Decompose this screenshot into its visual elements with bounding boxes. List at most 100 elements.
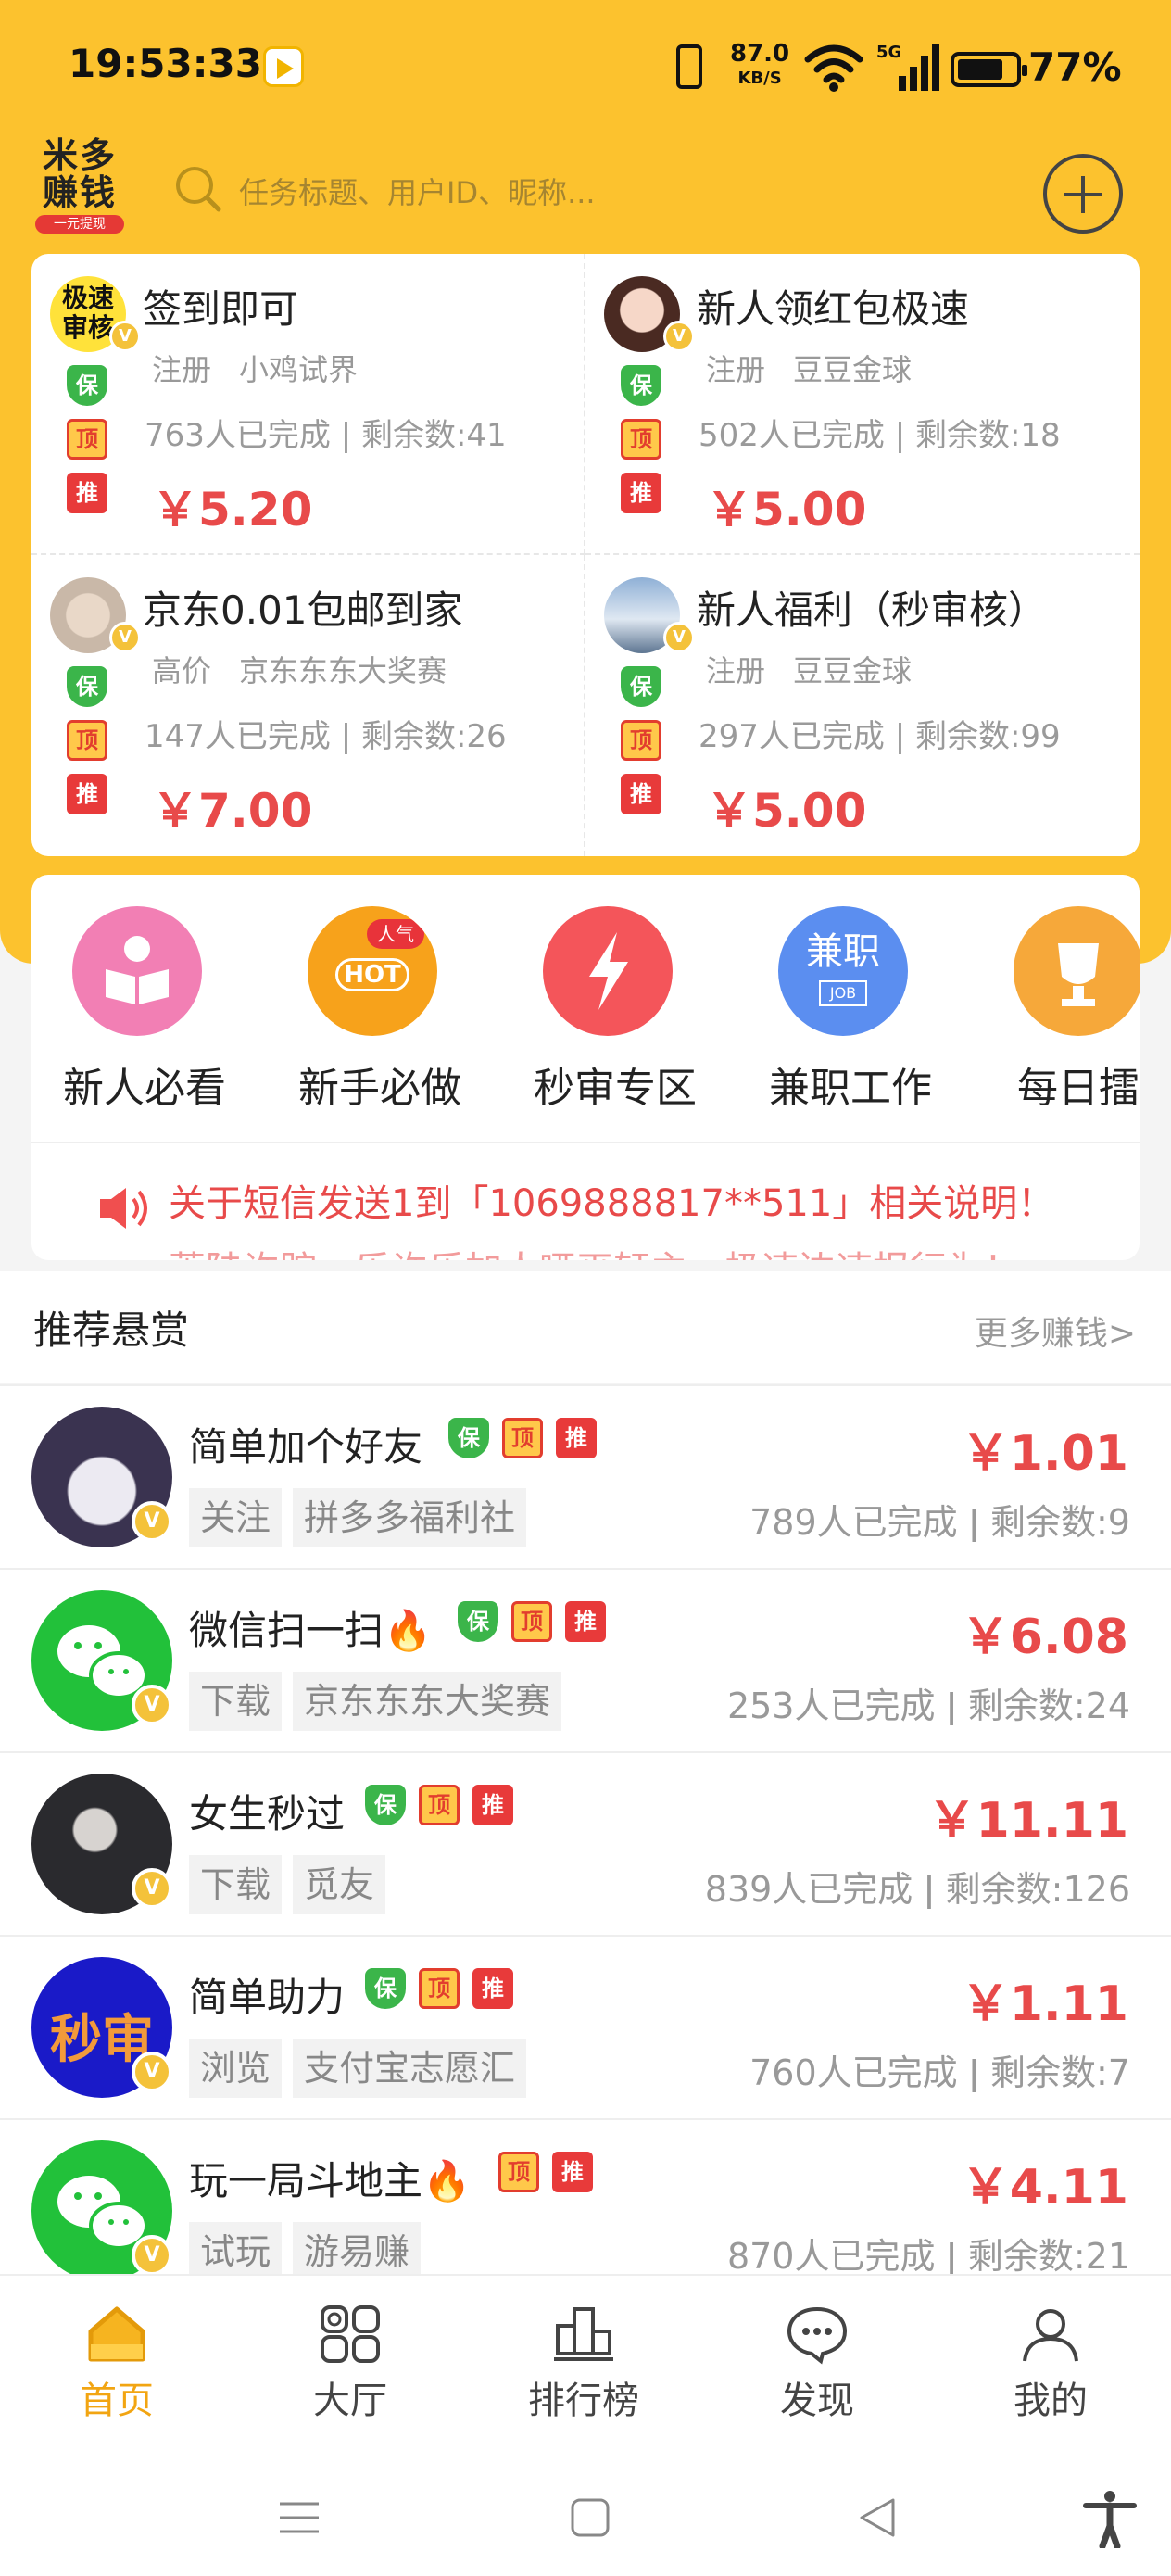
task-price: ￥1.01 [961,1426,1128,1482]
task-badges: 保顶推 [365,1785,526,1827]
task-row[interactable]: 秒审 V 简单助力 保顶推 ￥1.11 浏览 支付宝志愿汇 760人已完成 ǀ 剩… [0,1935,1171,2118]
task-tag: 游易赚 [293,2222,422,2274]
tab-home[interactable]: 首页 [33,2304,200,2424]
tab-label: 首页 [80,2380,154,2422]
featured-task-card[interactable]: V 新人福利（秒审核） 保 顶 推 注册 豆豆金球 297人已完成 | 剩余数:9… [586,555,1140,856]
top-badge: 顶 [498,2152,539,2192]
task-price: ￥1.11 [961,1976,1128,2032]
job-text: 兼职 [806,930,880,973]
tab-hall[interactable]: 大厅 [267,2304,434,2424]
recommend-badge: 推 [472,1968,513,2009]
speaker-icon [100,1188,147,1229]
task-price: ￥4.11 [961,2160,1128,2216]
task-tags: 注册 小鸡试界 [152,347,385,389]
logo-subtitle: 一元提现 [35,215,124,234]
task-title: 新人福利（秒审核） [697,587,1048,633]
task-title: 简单助力 [189,1975,346,2020]
hot-icon: HOT 人气 [308,906,437,1036]
task-badges: 保 顶 推 [67,365,109,526]
task-tag: 下载 [189,1672,283,1731]
guarantee-badge: 保 [621,365,661,406]
top-badge: 顶 [621,419,661,460]
task-stats: 870人已完成 ǀ 剩余数:21 [726,2236,1130,2274]
task-stats: 839人已完成 ǀ 剩余数:126 [704,1869,1130,1910]
task-badges: 保顶推 [365,1968,526,2011]
speed-value: 87.0 [730,40,790,68]
grid-icon [321,2305,380,2363]
top-badge: 顶 [419,1785,460,1825]
task-row[interactable]: V 女生秒过 保顶推 ￥11.11 下载 觅友 839人已完成 ǀ 剩余数:126 [0,1751,1171,1935]
job-sub: JOB [819,980,867,1006]
top-badge: 顶 [67,720,107,761]
tab-discover[interactable]: 发现 [734,2304,900,2424]
quick-entry-newbie-guide[interactable]: 新人必看 [63,906,226,1114]
search-bar[interactable] [167,156,815,230]
quick-entry-label: 新人必看 [63,1065,226,1112]
featured-task-card[interactable]: V 京东0.01包邮到家 保 顶 推 高价 京东东东大奖赛 147人已完成 | 剩… [31,555,586,856]
notice-marquee[interactable]: 关于短信发送1到「1069888817**511」相关说明！ 萧陆许踪，乐许乐加… [65,1158,1140,1260]
quick-entry-newbie-must[interactable]: HOT 人气 新手必做 [298,906,461,1114]
task-stats: 760人已完成 ǀ 剩余数:7 [749,2052,1130,2093]
task-tags: 浏览 支付宝志愿汇 [189,2039,537,2098]
task-row[interactable]: V 简单加个好友 保顶推 ￥1.01 关注 拼多多福利社 789人已完成 ǀ 剩余… [0,1384,1171,1568]
task-title: 玩一局斗地主🔥 [189,2158,472,2203]
featured-task-card[interactable]: V 新人领红包极速 保 顶 推 注册 豆豆金球 502人已完成 | 剩余数:18 … [586,254,1140,555]
task-tag: 注册 [152,352,212,387]
tab-leaderboard[interactable]: 排行榜 [500,2304,667,2424]
back-icon[interactable] [856,2496,899,2539]
guarantee-badge: 保 [458,1601,498,1642]
search-input[interactable] [239,165,795,221]
bottom-tab-bar: 首页 大厅 排行榜 发现 我的 [0,2274,1171,2459]
quick-entry-label: 兼职工作 [769,1065,932,1112]
task-badges: 保 顶 推 [621,666,663,827]
task-title: 简单加个好友 [189,1424,423,1470]
logo-line1: 米多 [42,135,117,176]
task-stats: 147人已完成 | 剩余数:26 [145,718,507,755]
logo-line2: 赚钱 [42,172,117,213]
task-tag: 京东东东大奖赛 [239,653,447,688]
recommended-section-header: 推荐悬赏 更多赚钱> [0,1271,1171,1383]
task-stats: 763人已完成 | 剩余数:41 [145,417,507,454]
accessibility-icon[interactable] [1082,2489,1138,2548]
guarantee-badge: 保 [365,1785,406,1825]
task-tags: 试玩 游易赚 [189,2222,432,2274]
popular-tag: 人气 [367,919,424,949]
featured-task-card[interactable]: 极速审核 V 签到即可 保 顶 推 注册 小鸡试界 763人已完成 | 剩余数:4… [31,254,586,555]
task-tags: 高价 京东东东大奖赛 [152,648,474,690]
app-logo[interactable]: 米多 赚钱 一元提现 [31,137,128,239]
quick-entry-fast-review[interactable]: 秒审专区 [534,906,697,1114]
task-row[interactable]: V 玩一局斗地主🔥 顶推 ￥4.11 试玩 游易赚 870人已完成 ǀ 剩余数:2… [0,2118,1171,2274]
task-stats: 297人已完成 | 剩余数:99 [699,718,1061,755]
network-speed: 87.0 KB/S [730,40,790,90]
menu-icon[interactable] [278,2496,321,2539]
verified-icon: V [109,622,141,653]
task-stats: 789人已完成 ǀ 剩余数:9 [749,1502,1130,1543]
task-price: ￥5.00 [706,784,867,838]
task-tag: 支付宝志愿汇 [293,2039,527,2098]
vibrate-icon [676,44,702,89]
guarantee-badge: 保 [67,365,107,406]
task-title: 微信扫一扫🔥 [189,1608,433,1653]
task-tag: 拼多多福利社 [293,1488,527,1547]
featured-tasks: 极速审核 V 签到即可 保 顶 推 注册 小鸡试界 763人已完成 | 剩余数:4… [31,254,1140,856]
more-link[interactable]: 更多赚钱> [975,1307,1136,1355]
recommend-badge: 推 [556,1418,597,1458]
task-tag: 小鸡试界 [239,352,359,387]
job-icon: 兼职 JOB [778,906,908,1036]
task-title: 签到即可 [143,286,299,332]
task-price: ￥6.08 [961,1610,1128,1665]
task-row[interactable]: V 微信扫一扫🔥 保顶推 ￥6.08 下载 京东东东大奖赛 253人已完成 ǀ 剩… [0,1568,1171,1751]
quick-entry-daily-challenge[interactable]: 每日擂 [1004,906,1140,1114]
tab-profile[interactable]: 我的 [967,2304,1134,2424]
avatar-text: 极速审核 [61,283,114,343]
task-tag: 注册 [706,352,766,387]
lightning-icon [543,906,673,1036]
task-stats: 253人已完成 ǀ 剩余数:24 [726,1686,1130,1726]
notice-text: 关于短信发送1到「1069888817**511」相关说明！ [169,1182,1055,1225]
app-notification-icon [263,46,304,87]
quick-entry-part-time[interactable]: 兼职 JOB 兼职工作 [769,906,932,1114]
search-icon [176,167,221,212]
home-square-icon[interactable] [569,2496,611,2539]
add-task-button[interactable] [1043,154,1123,234]
quick-entry-label: 秒审专区 [534,1065,697,1112]
